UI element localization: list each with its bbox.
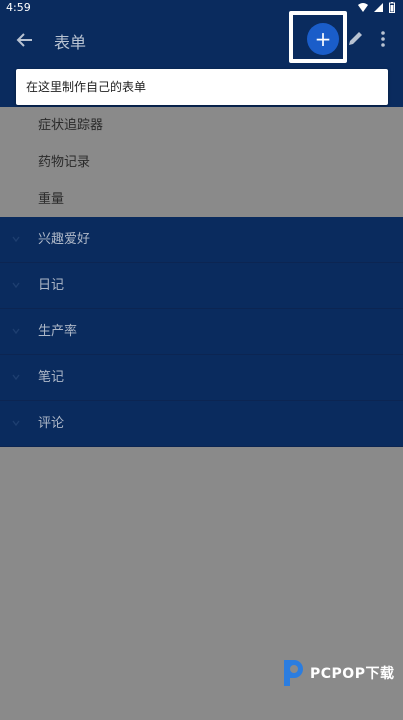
status-icons xyxy=(358,2,395,13)
wifi-icon xyxy=(358,3,368,12)
category-productivity[interactable]: 生产率 xyxy=(0,309,403,355)
signal-icon xyxy=(374,3,383,12)
chevron-icon xyxy=(12,374,20,381)
category-diary[interactable]: 日记 xyxy=(0,263,403,309)
category-label: 日记 xyxy=(38,278,65,293)
category-label: 评论 xyxy=(38,416,65,431)
status-time: 4:59 xyxy=(6,1,31,14)
page-title: 表单 xyxy=(54,33,87,52)
more-options-icon[interactable] xyxy=(378,29,388,49)
highlight-frame xyxy=(289,11,347,63)
category-label: 笔记 xyxy=(38,370,65,385)
category-notes[interactable]: 笔记 xyxy=(0,355,403,401)
edit-pencil-icon[interactable] xyxy=(347,29,365,47)
category-label: 生产率 xyxy=(38,324,78,339)
category-label: 兴趣爱好 xyxy=(38,232,91,247)
pcpop-logo-icon xyxy=(284,660,303,686)
battery-icon xyxy=(389,2,395,13)
chevron-icon xyxy=(12,236,20,243)
chevron-icon xyxy=(12,328,20,335)
list-item-medication-log[interactable]: 药物记录 xyxy=(0,144,403,181)
watermark-text: PCPOP下载 xyxy=(310,666,395,682)
dimmed-list: 症状追踪器 药物记录 重量 xyxy=(0,107,403,217)
watermark-logo: PCPOP下载 xyxy=(280,656,394,690)
back-arrow-icon[interactable] xyxy=(14,29,36,51)
chevron-icon xyxy=(12,282,20,289)
chevron-icon xyxy=(12,420,20,427)
list-item-symptom-tracker[interactable]: 症状追踪器 xyxy=(0,107,403,144)
list-item-weight[interactable]: 重量 xyxy=(0,181,403,218)
category-reviews[interactable]: 评论 xyxy=(0,401,403,447)
category-hobbies[interactable]: 兴趣爱好 xyxy=(0,217,403,263)
category-list: 兴趣爱好 日记 生产率 笔记 评论 xyxy=(0,217,403,447)
hint-tooltip: 在这里制作自己的表单 xyxy=(16,69,388,105)
